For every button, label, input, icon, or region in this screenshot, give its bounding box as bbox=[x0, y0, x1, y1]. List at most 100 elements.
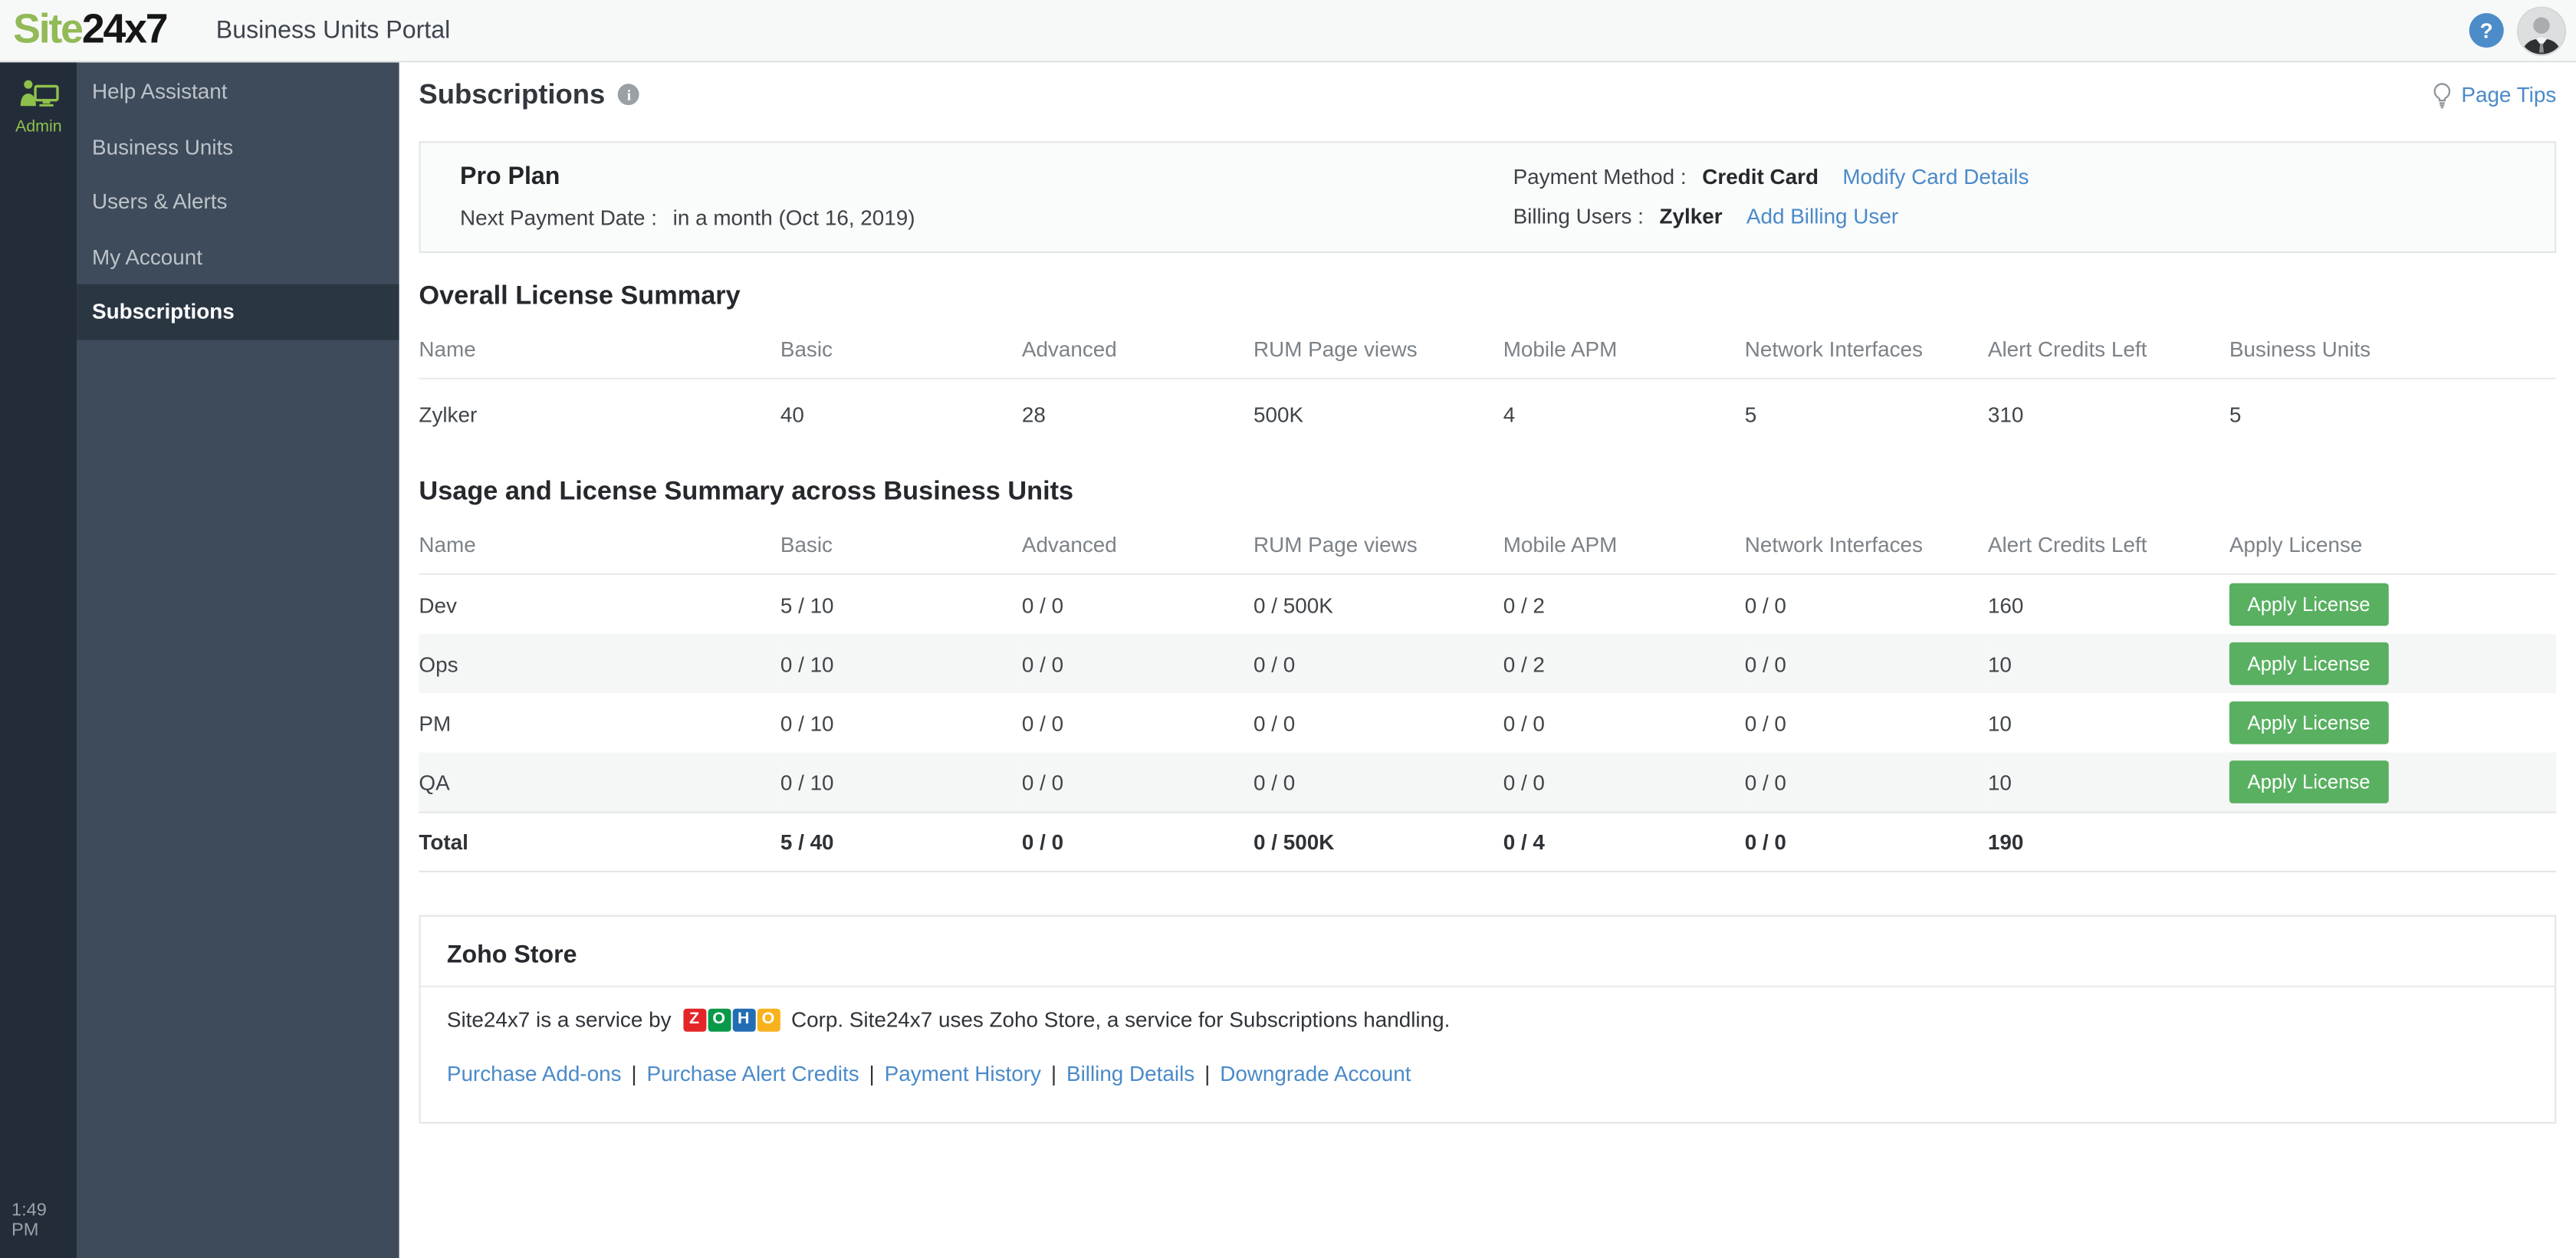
billing-users-value: Zylker bbox=[1659, 203, 1723, 228]
cell-advanced: 28 bbox=[1021, 402, 1046, 428]
cell-rum: 0 / 500K bbox=[1254, 592, 1333, 617]
cell-advanced: 0 / 0 bbox=[1021, 811, 1254, 872]
table-row: Ops 0 / 10 0 / 0 0 / 0 0 / 2 0 / 0 10 Ap… bbox=[419, 634, 2557, 694]
payment-history-link[interactable]: Payment History bbox=[885, 1061, 1041, 1086]
usage-license-title: Usage and License Summary across Busines… bbox=[419, 478, 1074, 506]
site24x7-logo: Site 24x7 bbox=[13, 6, 169, 53]
table-row: Zylker 40 28 500K 4 5 310 5 bbox=[419, 379, 2556, 448]
help-button[interactable]: ? bbox=[2469, 13, 2504, 48]
column-header: Advanced bbox=[1021, 322, 1254, 379]
payment-method-value: Credit Card bbox=[1702, 164, 1819, 189]
store-text-before: Site24x7 is a service by bbox=[446, 1007, 672, 1032]
column-header: Apply License bbox=[2229, 517, 2557, 575]
apply-license-button[interactable]: Apply License bbox=[2229, 583, 2389, 626]
main-content: Subscriptions i Page Tips Pro Plan Next … bbox=[399, 62, 2576, 1258]
cell-basic: 0 / 10 bbox=[780, 710, 834, 735]
cell-apply: Apply License bbox=[2229, 574, 2556, 634]
overall-license-title: Overall License Summary bbox=[419, 282, 741, 310]
cell-alert-credits: 10 bbox=[1987, 752, 2229, 813]
link-separator: | bbox=[1204, 1061, 1211, 1086]
cell-apply: Apply License bbox=[2229, 693, 2556, 752]
cell-mobile-apm: 0 / 4 bbox=[1503, 811, 1745, 872]
modify-card-link[interactable]: Modify Card Details bbox=[1842, 164, 2029, 189]
cell-network: 0 / 0 bbox=[1744, 634, 1988, 694]
cell-name: Total bbox=[419, 811, 780, 872]
cell-name: PM bbox=[419, 710, 452, 735]
cell-mobile-apm: 0 / 0 bbox=[1503, 710, 1545, 735]
sidebar-item-subscriptions[interactable]: Subscriptions bbox=[77, 284, 399, 340]
cell-apply: Apply License bbox=[2229, 634, 2557, 694]
plan-info: Pro Plan Next Payment Date : in a month … bbox=[460, 163, 915, 230]
column-header: Name bbox=[419, 322, 780, 379]
admin-icon bbox=[19, 80, 58, 107]
cell-name: Zylker bbox=[419, 402, 478, 428]
cell-network: 0 / 0 bbox=[1744, 811, 1988, 872]
downgrade-account-link[interactable]: Downgrade Account bbox=[1220, 1061, 1411, 1086]
cell-advanced: 0 / 0 bbox=[1021, 752, 1254, 813]
table-row: PM 0 / 10 0 / 0 0 / 0 0 / 0 0 / 0 10 App… bbox=[419, 693, 2556, 752]
usage-license-table: Name Basic Advanced RUM Page views Mobil… bbox=[419, 517, 2557, 872]
zoho-letter-h-icon: H bbox=[731, 1007, 755, 1031]
cell-name: Ops bbox=[419, 634, 780, 694]
top-bar: Site 24x7 Business Units Portal ? bbox=[0, 0, 2576, 63]
screen: Site 24x7 Business Units Portal ? Admin … bbox=[0, 0, 2576, 1258]
billing-details-link[interactable]: Billing Details bbox=[1066, 1061, 1194, 1086]
sidebar-item-users-alerts[interactable]: Users & Alerts bbox=[77, 174, 399, 229]
table-row: Dev 5 / 10 0 / 0 0 / 500K 0 / 2 0 / 0 16… bbox=[419, 574, 2556, 634]
next-payment-label: Next Payment Date : bbox=[460, 205, 658, 230]
cell-alert-credits: 10 bbox=[1987, 634, 2229, 694]
logo-24x7: 24x7 bbox=[81, 6, 169, 53]
zoho-letter-o-icon: O bbox=[756, 1007, 780, 1031]
table-header-row: Name Basic Advanced RUM Page views Mobil… bbox=[419, 517, 2557, 575]
purchase-addons-link[interactable]: Purchase Add-ons bbox=[447, 1061, 622, 1086]
cell-name: Dev bbox=[419, 592, 457, 617]
sidebar-item-business-units[interactable]: Business Units bbox=[77, 119, 399, 174]
avatar[interactable] bbox=[2516, 5, 2567, 55]
zoho-letter-z-icon: Z bbox=[682, 1007, 706, 1031]
info-icon[interactable]: i bbox=[618, 84, 640, 106]
cell-network: 0 / 0 bbox=[1744, 592, 1786, 617]
page-tips-link[interactable]: Page Tips bbox=[2432, 81, 2556, 108]
cell-basic: 0 / 10 bbox=[780, 634, 1022, 694]
admin-profile[interactable]: Admin bbox=[0, 62, 77, 136]
apply-license-button[interactable]: Apply License bbox=[2229, 760, 2389, 803]
cell-alert-credits: 310 bbox=[1987, 402, 2024, 428]
cell-rum: 500K bbox=[1254, 402, 1304, 428]
sidebar-item-my-account[interactable]: My Account bbox=[77, 229, 399, 284]
sidebar-item-help-assistant[interactable]: Help Assistant bbox=[77, 64, 399, 120]
apply-license-button[interactable]: Apply License bbox=[2229, 642, 2389, 685]
column-header: Mobile APM bbox=[1503, 322, 1745, 379]
link-separator: | bbox=[1050, 1061, 1057, 1086]
next-payment: Next Payment Date : in a month (Oct 16, … bbox=[460, 205, 915, 230]
cell-alert-credits: 10 bbox=[1987, 710, 2012, 735]
cell-basic: 5 / 40 bbox=[780, 811, 1022, 872]
add-billing-user-link[interactable]: Add Billing User bbox=[1746, 204, 1898, 228]
cell-advanced: 0 / 0 bbox=[1021, 634, 1254, 694]
zoho-store-text: Site24x7 is a service by Z O H O Corp. S… bbox=[447, 1007, 2528, 1032]
apply-license-button[interactable]: Apply License bbox=[2229, 701, 2389, 744]
sidebar-menu: Help Assistant Business Units Users & Al… bbox=[77, 62, 399, 1258]
next-payment-value: in a month (Oct 16, 2019) bbox=[672, 205, 915, 230]
column-header: Network Interfaces bbox=[1744, 322, 1988, 379]
clock-time: 1:49 PM bbox=[12, 1201, 47, 1240]
payment-method-label: Payment Method : bbox=[1513, 164, 1687, 189]
column-header: Advanced bbox=[1021, 517, 1254, 575]
plan-name: Pro Plan bbox=[460, 163, 560, 191]
portal-title: Business Units Portal bbox=[215, 16, 451, 44]
zoho-store-title: Zoho Store bbox=[420, 917, 2555, 987]
zoho-store-body: Site24x7 is a service by Z O H O Corp. S… bbox=[421, 987, 2555, 1122]
page-title: Subscriptions bbox=[419, 77, 606, 110]
cell-advanced: 0 / 0 bbox=[1021, 710, 1064, 735]
cell-advanced: 0 / 0 bbox=[1021, 592, 1064, 617]
zoho-logo: Z O H O bbox=[682, 1007, 780, 1031]
billing-users: Billing Users : Zylker Add Billing User bbox=[1513, 204, 2029, 228]
table-row: QA 0 / 10 0 / 0 0 / 0 0 / 0 0 / 0 10 App… bbox=[419, 752, 2557, 813]
link-separator: | bbox=[869, 1061, 875, 1086]
lightbulb-icon bbox=[2433, 82, 2451, 108]
logo-site: Site bbox=[13, 6, 84, 53]
cell-basic: 0 / 10 bbox=[780, 752, 1022, 813]
cell-network: 0 / 0 bbox=[1744, 710, 1786, 735]
purchase-alert-credits-link[interactable]: Purchase Alert Credits bbox=[646, 1061, 859, 1086]
column-header: Basic bbox=[780, 322, 1022, 379]
billing-info: Payment Method : Credit Card Modify Card… bbox=[1513, 164, 2029, 243]
